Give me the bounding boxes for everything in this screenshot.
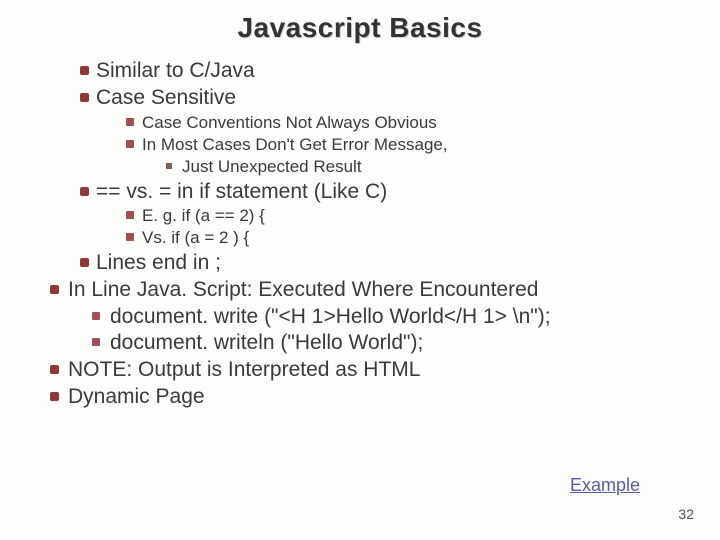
page-number: 32 <box>678 506 694 522</box>
bullet-document-write: document. write ("<H 1>Hello World</H 1>… <box>68 304 702 330</box>
bullet-list-level3: Just Unexpected Result <box>142 156 702 178</box>
bullet-document-writeln: document. writeln ("Hello World"); <box>68 330 702 356</box>
slide-title: Javascript Basics <box>18 12 702 44</box>
bullet-case-conventions: Case Conventions Not Always Obvious <box>96 112 702 134</box>
bullet-case-sensitive-text: Case Sensitive <box>96 86 236 109</box>
bullet-similar: Similar to C/Java <box>18 58 702 84</box>
bullet-list-level2-case: Case Conventions Not Always Obvious In M… <box>96 112 702 178</box>
bullet-unexpected-result: Just Unexpected Result <box>142 156 702 178</box>
bullet-list-outer: In Line Java. Script: Executed Where Enc… <box>18 277 702 410</box>
bullet-eq-vs-assign: == vs. = in if statement (Like C) E. g. … <box>18 179 702 249</box>
bullet-dynamic-page: Dynamic Page <box>18 384 702 410</box>
bullet-eq-vs: Vs. if (a = 2 ) { <box>96 227 702 249</box>
bullet-inline-js-text: In Line Java. Script: Executed Where Enc… <box>68 278 538 301</box>
bullet-eq-example: E. g. if (a == 2) { <box>96 205 702 227</box>
example-link[interactable]: Example <box>570 475 640 496</box>
bullet-list-level1: Similar to C/Java Case Sensitive Case Co… <box>18 58 702 276</box>
bullet-inline-js: In Line Java. Script: Executed Where Enc… <box>18 277 702 356</box>
bullet-list-level2-eq: E. g. if (a == 2) { Vs. if (a = 2 ) { <box>96 205 702 249</box>
bullet-case-sensitive: Case Sensitive Case Conventions Not Alwa… <box>18 85 702 178</box>
bullet-eq-text: == vs. = in if statement (Like C) <box>96 180 387 203</box>
slide: Javascript Basics Similar to C/Java Case… <box>0 0 720 540</box>
bullet-note-html: NOTE: Output is Interpreted as HTML <box>18 357 702 383</box>
bullet-case-errors-text: In Most Cases Don't Get Error Message, <box>142 135 448 154</box>
bullet-lines-end: Lines end in ; <box>18 250 702 276</box>
bullet-list-inline-sub: document. write ("<H 1>Hello World</H 1>… <box>68 304 702 357</box>
bullet-case-errors: In Most Cases Don't Get Error Message, J… <box>96 134 702 178</box>
